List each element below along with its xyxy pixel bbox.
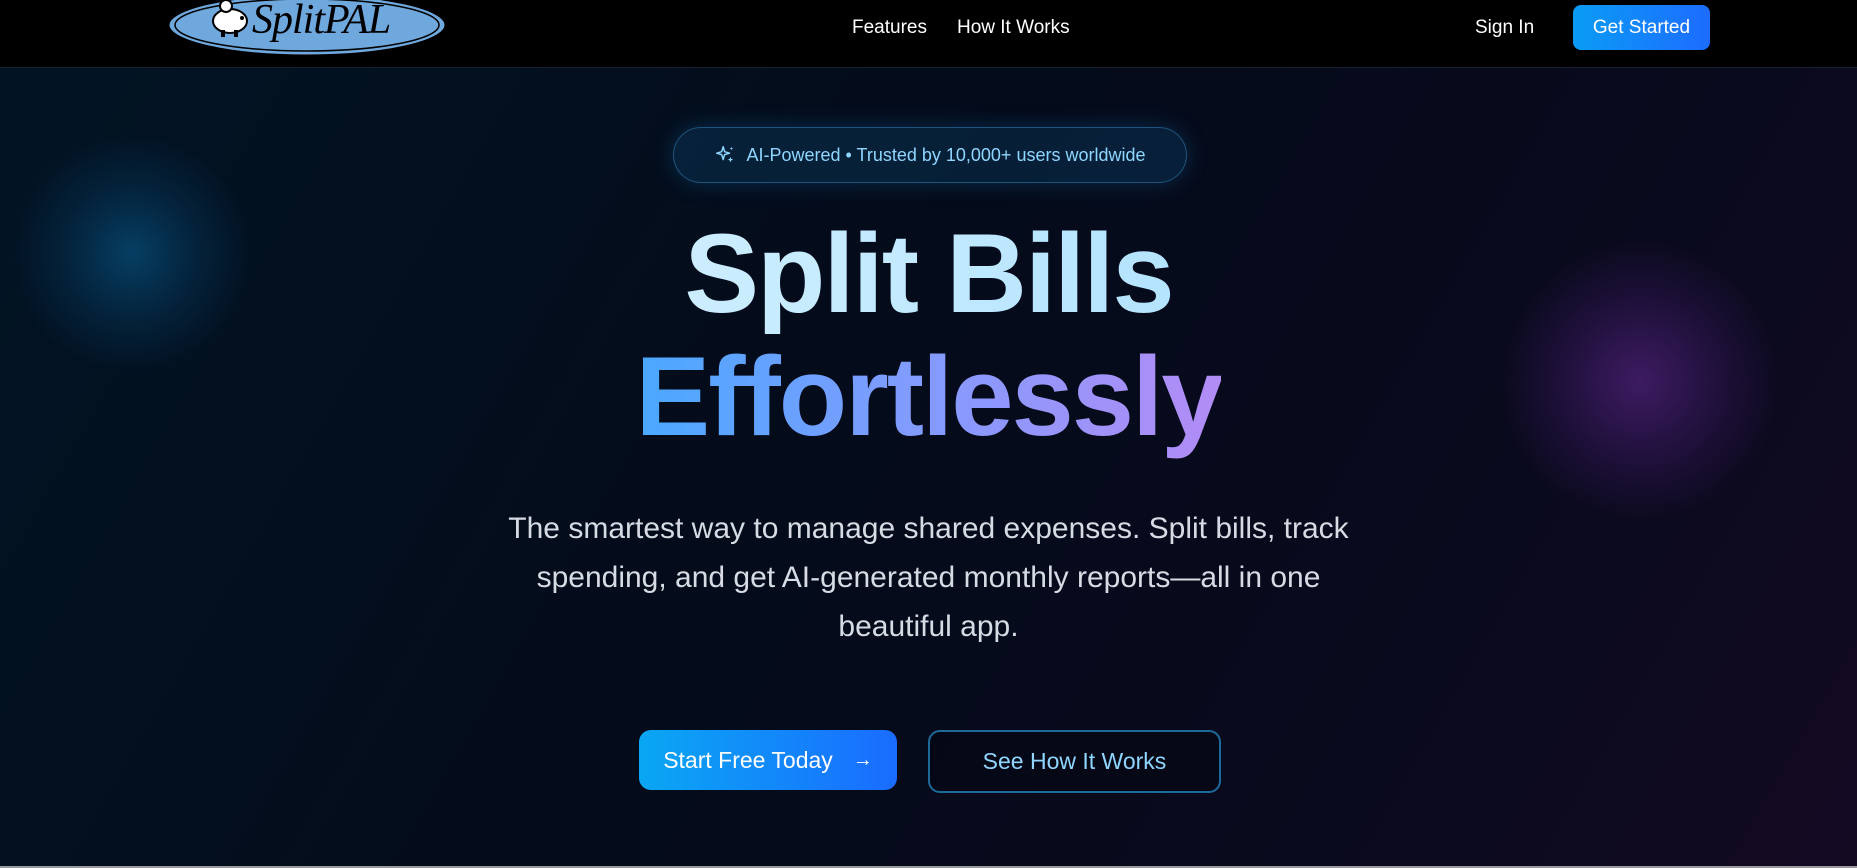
hero-subtitle: The smartest way to manage shared expens… [508, 512, 1349, 643]
start-free-today-label: Start Free Today [663, 746, 833, 773]
start-free-today-button[interactable]: Start Free Today → [639, 730, 897, 790]
nav-link-how-it-works[interactable]: How It Works [957, 17, 1070, 39]
nav-link-features[interactable]: Features [852, 17, 927, 39]
get-started-button[interactable]: Get Started [1573, 5, 1710, 50]
landing-page: SplitPAL Features How It Works Sign In G… [0, 0, 1857, 868]
sign-in-link[interactable]: Sign In [1475, 17, 1534, 39]
hero-title-line-2-text: Effortlessly [635, 334, 1224, 459]
arrow-right-icon: → [852, 749, 873, 771]
nav-links: Features How It Works [852, 17, 1070, 39]
sparkle-icon [716, 146, 734, 163]
badge-text: AI-Powered • Trusted by 10,000+ users wo… [746, 144, 1146, 165]
hero-title-line-1: Split Bills [0, 214, 1857, 334]
navbar: SplitPAL Features How It Works Sign In G… [0, 0, 1857, 68]
logo-text: SplitPAL [252, 0, 391, 43]
ai-badge: AI-Powered • Trusted by 10,000+ users wo… [673, 127, 1187, 183]
hero-section: AI-Powered • Trusted by 10,000+ users wo… [0, 68, 1857, 868]
hero-title-line-2: Effortlessly [0, 334, 1857, 459]
logo[interactable]: SplitPAL [166, 0, 448, 58]
see-how-it-works-button[interactable]: See How It Works [928, 730, 1221, 793]
